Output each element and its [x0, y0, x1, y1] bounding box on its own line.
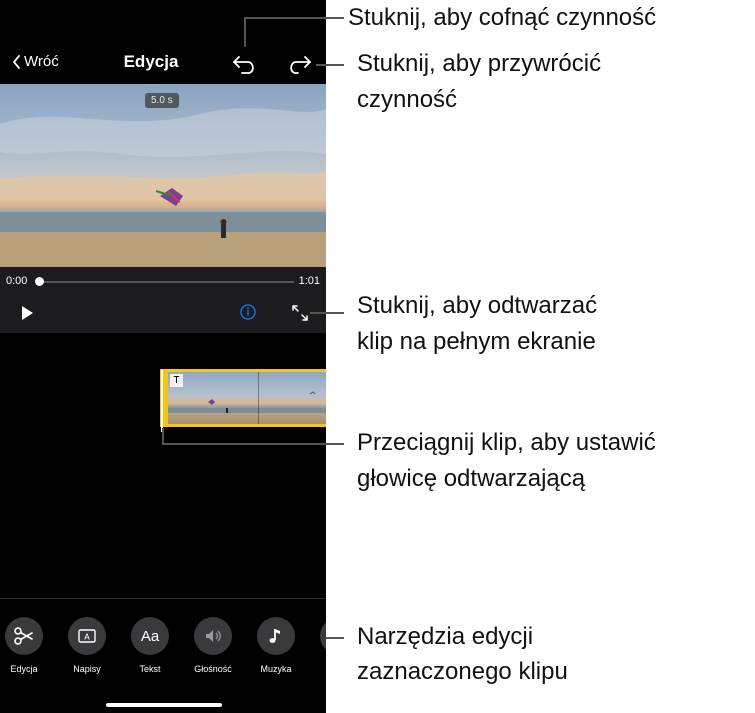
- video-preview[interactable]: 5.0 s: [0, 84, 326, 267]
- play-icon: [22, 306, 33, 320]
- svg-text:A: A: [84, 633, 90, 642]
- info-icon: [240, 304, 256, 320]
- play-button[interactable]: [18, 303, 36, 323]
- playback-controls: 0:00 1:01: [0, 267, 326, 333]
- navigation-bar: Wróć Edycja: [0, 40, 326, 84]
- speaker-icon: [194, 617, 232, 655]
- callout-fullscreen-line1: Stuknij, aby odtwarzać: [357, 292, 598, 319]
- duration-badge: 5.0 s: [145, 93, 179, 108]
- playhead: [161, 370, 163, 432]
- tool-label: Napisy: [73, 664, 101, 674]
- tool-label: N: [309, 664, 326, 674]
- tool-label: Tekst: [139, 664, 161, 674]
- scrub-handle[interactable]: [35, 277, 44, 286]
- tool-tekst[interactable]: Aa Tekst: [120, 617, 180, 674]
- undo-icon: [233, 56, 254, 74]
- expand-icon: [292, 305, 308, 321]
- tool-label: Edycja: [10, 664, 38, 674]
- redo-icon: [290, 56, 311, 74]
- timeline[interactable]: T: [0, 333, 326, 598]
- clip-divider: [258, 372, 259, 424]
- callout-line-fullscreen: [310, 312, 344, 314]
- callout-line-drag-vertical: [162, 428, 164, 444]
- callout-line-undo-vertical: [244, 17, 246, 47]
- callout-line-redo: [316, 64, 344, 66]
- clip-thumbnail: [168, 391, 326, 413]
- callout-undo: Stuknij, aby cofnąć czynność: [348, 4, 657, 31]
- beach-scene-image: [0, 108, 326, 267]
- current-time: 0:00: [6, 275, 28, 287]
- tool-glosnosc[interactable]: Głośność: [183, 617, 243, 674]
- tool-label: Muzyka: [260, 664, 292, 674]
- text-icon: Aa: [131, 617, 169, 655]
- scrub-track[interactable]: [40, 281, 294, 283]
- title-badge: T: [170, 374, 183, 387]
- back-button[interactable]: Wróć: [12, 53, 59, 70]
- phone-screen: Wróć Edycja 5.0 s 0:00 1:01 T Edycja A N…: [0, 0, 326, 713]
- info-button[interactable]: [238, 302, 258, 322]
- callout-redo-line1: Stuknij, aby przywrócić: [357, 50, 602, 77]
- callout-line-tools: [326, 637, 344, 639]
- page-title: Edycja: [123, 52, 179, 71]
- callout-fullscreen-line2: klip na pełnym ekranie: [357, 328, 596, 355]
- home-indicator: [106, 703, 222, 707]
- tool-more[interactable]: N: [309, 617, 326, 674]
- music-note-icon: [257, 617, 295, 655]
- callout-drag-line2: głowicę odtwarzającą: [357, 465, 586, 492]
- more-tool-icon: [320, 617, 326, 655]
- callout-redo-line2: czynność: [357, 86, 458, 113]
- chevron-left-icon: [13, 54, 20, 69]
- video-clip[interactable]: T: [160, 369, 326, 427]
- redo-button[interactable]: [284, 49, 314, 77]
- tool-muzyka[interactable]: Muzyka: [246, 617, 306, 674]
- callout-line-undo-horizontal: [244, 17, 344, 19]
- fullscreen-button[interactable]: [290, 303, 310, 323]
- undo-button[interactable]: [230, 49, 260, 77]
- text-glyph: Aa: [140, 627, 160, 645]
- total-time: 1:01: [298, 275, 320, 287]
- scissors-icon: [5, 617, 43, 655]
- callout-line-drag-horizontal: [162, 443, 344, 445]
- tool-label: Głośność: [194, 664, 232, 674]
- callout-drag-line1: Przeciągnij klip, aby ustawić: [357, 429, 656, 456]
- callout-tools-line1: Narzędzia edycji: [357, 623, 534, 650]
- captions-icon: A: [68, 617, 106, 655]
- tool-napisy[interactable]: A Napisy: [57, 617, 117, 674]
- back-label: Wróć: [24, 53, 59, 70]
- edit-toolbar: Edycja A Napisy Aa Tekst Głośność Muzyka: [0, 598, 326, 713]
- callout-tools-line2: zaznaczonego klipu: [357, 658, 568, 685]
- tool-edycja[interactable]: Edycja: [0, 617, 54, 674]
